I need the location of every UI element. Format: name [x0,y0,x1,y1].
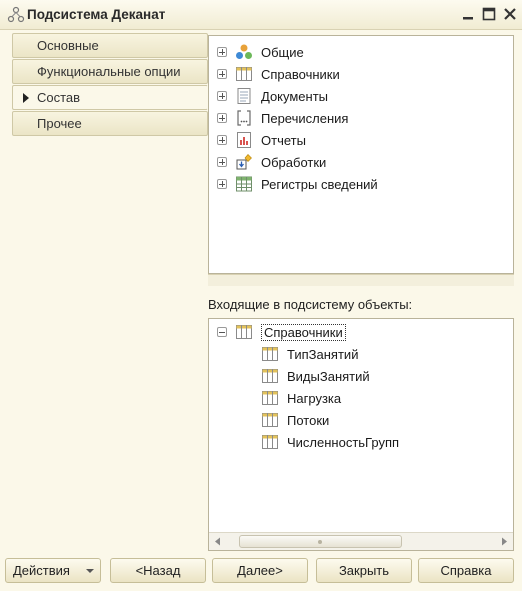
minimize-icon[interactable] [460,6,476,22]
panel-splitter[interactable] [208,274,514,286]
close-icon[interactable] [502,6,518,22]
configuration-tree[interactable]: Общие Справочники Документы Перечисления [208,35,514,274]
active-tab-arrow-icon [23,93,29,103]
tree-item-dataprocessors[interactable]: Обработки [217,152,326,172]
back-button[interactable]: <Назад [110,558,206,583]
enums-icon [237,110,251,126]
included-item-label: ТипЗанятий [287,346,359,362]
tab-content[interactable]: Состав [12,85,208,110]
included-item[interactable]: ЧисленностьГрупп [261,432,399,452]
included-item[interactable]: Нагрузка [261,388,341,408]
help-button[interactable]: Справка [418,558,514,583]
actions-button[interactable]: Действия [5,558,101,583]
catalogs-icon [236,67,252,81]
dropdown-arrow-icon [86,569,94,573]
included-item-label: Нагрузка [287,390,342,406]
tree-item-registers[interactable]: Регистры сведений [217,174,378,194]
tree-item-label: Перечисления [261,110,349,126]
tree-item-reports[interactable]: Отчеты [217,130,306,150]
catalog-icon [262,391,278,405]
tree-item-common[interactable]: Общие [217,42,304,62]
dataprocessors-icon [236,154,252,170]
tab-functional-options[interactable]: Функциональные опции [12,59,208,84]
maximize-icon[interactable] [481,6,497,22]
documents-icon [237,88,251,104]
horizontal-scrollbar[interactable] [209,532,513,550]
catalog-icon [262,369,278,383]
expand-icon[interactable] [217,91,227,101]
expand-icon[interactable] [217,113,227,123]
tree-item-documents[interactable]: Документы [217,86,328,106]
scroll-left-icon[interactable] [209,533,227,550]
expand-icon[interactable] [217,157,227,167]
tree-item-label: Документы [261,88,329,104]
included-group-catalogs[interactable]: Справочники [217,322,346,342]
collapse-icon[interactable] [217,327,227,337]
tree-item-catalogs[interactable]: Справочники [217,64,340,84]
included-item-label: ВидыЗанятий [287,368,370,384]
expand-icon[interactable] [217,47,227,57]
tree-item-label: Общие [261,44,304,60]
included-item[interactable]: Потоки [261,410,329,430]
tree-item-enums[interactable]: Перечисления [217,108,348,128]
included-objects-caption: Входящие в подсистему объекты: [208,297,413,312]
tab-list: Основные Функциональные опции Состав Про… [12,33,208,137]
title-bar: Подсистема Деканат [0,0,522,30]
window-title: Подсистема Деканат [27,7,166,22]
scroll-right-icon[interactable] [495,533,513,550]
included-item[interactable]: ТипЗанятий [261,344,358,364]
tab-label: Прочее [37,116,82,131]
tab-other[interactable]: Прочее [12,111,208,136]
included-item-label: ЧисленностьГрупп [287,434,400,450]
catalog-icon [262,413,278,427]
close-button[interactable]: Закрыть [316,558,412,583]
tab-label: Функциональные опции [37,64,181,79]
included-group-label: Справочники [261,323,346,341]
tree-item-label: Обработки [261,154,327,170]
included-objects-tree[interactable]: Справочники ТипЗанятий ВидыЗанятий Нагру… [208,318,514,551]
common-icon [236,44,252,59]
expand-icon[interactable] [217,135,227,145]
reports-icon [237,132,251,148]
included-item[interactable]: ВидыЗанятий [261,366,370,386]
tree-item-label: Справочники [261,66,340,82]
expand-icon[interactable] [217,69,227,79]
subsystem-icon [7,6,25,23]
catalogs-icon [236,325,252,339]
registers-icon [236,176,252,192]
tree-item-label: Регистры сведений [261,176,378,192]
catalog-icon [262,435,278,449]
scrollbar-thumb[interactable] [239,535,402,548]
next-button[interactable]: Далее> [212,558,308,583]
actions-button-label: Действия [13,563,70,578]
tree-item-label: Отчеты [261,132,306,148]
expand-icon[interactable] [217,179,227,189]
tab-main[interactable]: Основные [12,33,208,58]
catalog-icon [262,347,278,361]
included-item-label: Потоки [287,412,330,428]
tab-label: Основные [37,38,99,53]
tab-label: Состав [37,90,81,105]
